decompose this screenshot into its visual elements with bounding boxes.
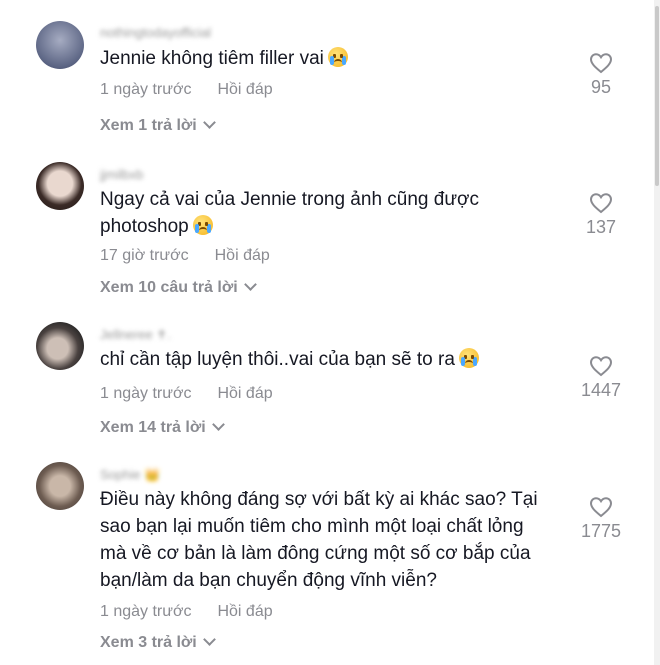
view-replies-label: Xem 3 trả lời [100,634,197,651]
avatar[interactable] [36,162,84,210]
username[interactable]: nothingtodayofficial [100,26,211,40]
comment-text: Jennie không tiêm filler vai [100,45,560,72]
comment-meta: 17 giờ trước Hồi đáp [100,247,270,265]
username[interactable]: Sophie 👑 [100,468,160,482]
like-count: 137 [585,217,617,237]
reply-button[interactable]: Hồi đáp [217,603,272,620]
comment-line: sao bạn lại muốn tiêm cho mình một loại … [100,516,524,537]
view-replies-label: Xem 1 trả lời [100,117,197,134]
timestamp: 1 ngày trước [100,603,192,620]
like-button[interactable]: 1447 [576,355,626,401]
comment-line: Jennie không tiêm filler vai [100,48,324,69]
comment-meta: 1 ngày trước Hồi đáp [100,81,273,99]
avatar[interactable] [36,322,84,370]
like-count: 1447 [580,380,622,400]
crying-emoji-icon [327,47,348,67]
timestamp: 17 giờ trước [100,247,189,264]
view-replies-label: Xem 10 câu trả lời [100,279,238,296]
view-replies-button[interactable]: Xem 3 trả lời [100,633,216,652]
like-button[interactable]: 1775 [576,496,626,542]
comment-text: chỉ cần tập luyện thôi..vai của bạn sẽ t… [100,346,560,373]
heart-icon [589,356,613,377]
comment-line: Ngay cả vai của Jennie trong ảnh cũng đư… [100,189,480,210]
comment-line: mà về cơ bản là làm đông cứng một số cơ … [100,543,531,564]
comment-text: Ngay cả vai của Jennie trong ảnh cũng đư… [100,186,560,240]
reply-button[interactable]: Hồi đáp [217,385,272,402]
like-button[interactable]: 95 [576,52,626,98]
scrollbar[interactable] [654,0,660,665]
heart-icon [589,497,613,518]
like-count: 95 [590,77,612,97]
view-replies-button[interactable]: Xem 10 câu trả lời [100,278,257,297]
username[interactable]: Jellneree ✝. [100,328,171,342]
chevron-down-icon [202,633,216,646]
comment-text: Điều này không đáng sợ với bất kỳ ai khá… [100,486,560,594]
chevron-down-icon [243,278,257,291]
comment-meta: 1 ngày trước Hồi đáp [100,603,273,621]
comment-line: bạn/làm da bạn chuyển động vĩnh viễn? [100,570,437,591]
avatar[interactable] [36,462,84,510]
crying-emoji-icon [458,348,479,368]
scrollbar-thumb[interactable] [655,6,659,186]
heart-icon [589,193,613,214]
username[interactable]: jjmilbxb [100,168,143,182]
chevron-down-icon [211,418,225,431]
view-replies-button[interactable]: Xem 14 trả lời [100,418,225,437]
view-replies-button[interactable]: Xem 1 trả lời [100,116,216,135]
like-button[interactable]: 137 [576,192,626,238]
comment-line: Điều này không đáng sợ với bất kỳ ai khá… [100,489,538,510]
timestamp: 1 ngày trước [100,81,192,98]
comment-meta: 1 ngày trước Hồi đáp [100,385,273,403]
view-replies-label: Xem 14 trả lời [100,419,206,436]
chevron-down-icon [202,116,216,129]
heart-icon [589,53,613,74]
comment-line: chỉ cần tập luyện thôi..vai của bạn sẽ t… [100,349,455,370]
reply-button[interactable]: Hồi đáp [215,247,270,264]
like-count: 1775 [580,521,622,541]
avatar[interactable] [36,21,84,69]
timestamp: 1 ngày trước [100,385,192,402]
crying-emoji-icon [192,215,213,235]
reply-button[interactable]: Hồi đáp [217,81,272,98]
comment-line: photoshop [100,216,189,237]
